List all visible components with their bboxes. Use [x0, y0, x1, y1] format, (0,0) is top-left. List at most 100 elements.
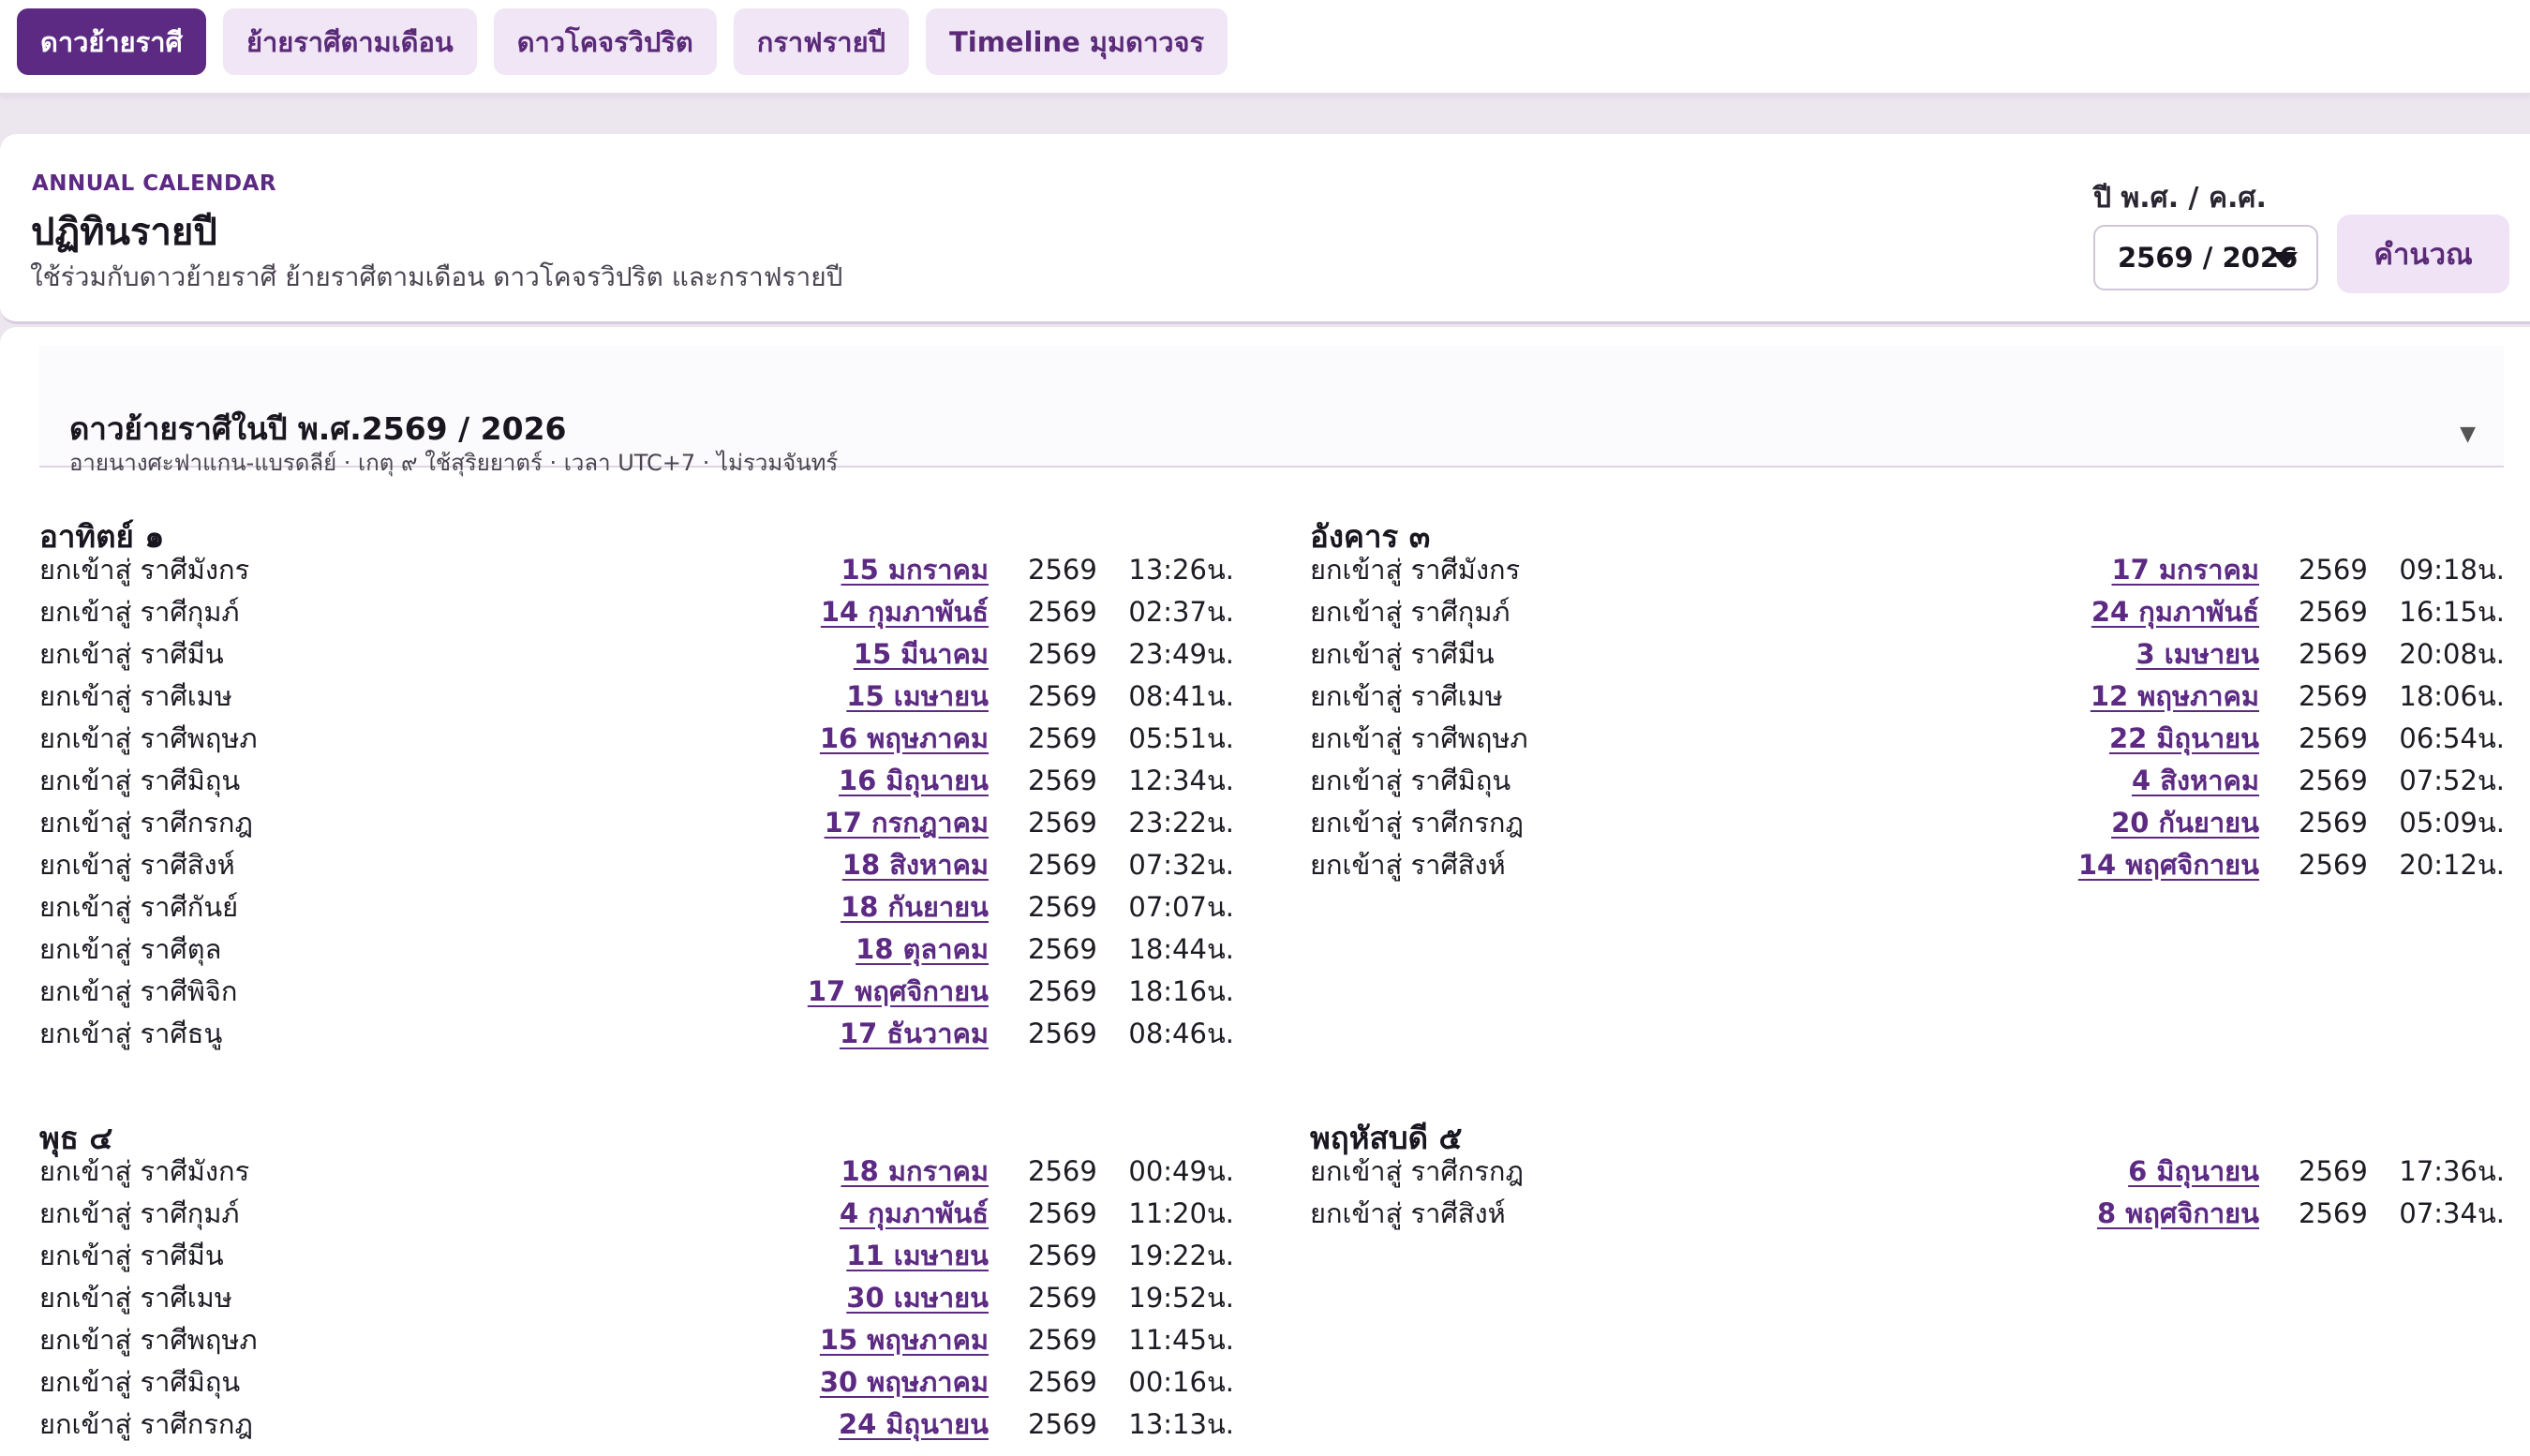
- transit-date-link[interactable]: 15 มีนาคม: [854, 633, 989, 676]
- transit-date-link[interactable]: 15 เมษายน: [846, 676, 989, 718]
- transit-date-link[interactable]: 18 กันยายน: [841, 886, 989, 929]
- transit-date-link[interactable]: 8 พฤศจิกายน: [2097, 1193, 2259, 1235]
- tab-transit-aspect-timeline[interactable]: Timeline มุมดาวจร: [925, 8, 1228, 75]
- transit-date-link[interactable]: 6 มิถุนายน: [2128, 1151, 2259, 1193]
- transit-sign-label: ยกเข้าสู่ ราศีกรกฎ: [39, 1408, 253, 1440]
- transit-year: 2569: [2299, 638, 2368, 670]
- transit-date-link[interactable]: 3 เมษายน: [2136, 633, 2259, 676]
- transit-year: 2569: [2299, 722, 2368, 754]
- transit-row: ยกเข้าสู่ ราศีกรกฎ 17 กรกฎาคม 2569 23:22น.: [39, 802, 1234, 844]
- transit-date-link[interactable]: 30 พฤษภาคม: [820, 1361, 989, 1404]
- tab-retrograde[interactable]: ดาวโคจรวิปริต: [493, 8, 717, 75]
- transit-date-link[interactable]: 14 กุมภาพันธ์: [821, 591, 989, 633]
- transit-time: 02:37น.: [1128, 596, 1234, 628]
- transit-time: 09:18น.: [2399, 554, 2505, 586]
- transit-sign-label: ยกเข้าสู่ ราศีพฤษภ: [1310, 722, 1528, 754]
- transit-row: ยกเข้าสู่ ราศีกรกฎ 20 กันยายน 2569 05:09น.: [1310, 802, 2505, 844]
- transit-year: 2569: [1028, 807, 1097, 839]
- transit-sign-label: ยกเข้าสู่ ราศีสิงห์: [1310, 1197, 1506, 1229]
- transit-date-link[interactable]: 17 ธันวาคม: [840, 1013, 989, 1055]
- transit-date-link[interactable]: 14 พฤศจิกายน: [2078, 844, 2259, 886]
- transit-sign-label: ยกเข้าสู่ ราศีกุมภ์: [39, 1197, 240, 1229]
- transit-row: ยกเข้าสู่ ราศีมังกร 17 มกราคม 2569 09:18น.: [1310, 549, 2505, 591]
- transit-year: 2569: [1028, 765, 1097, 796]
- transit-row: ยกเข้าสู่ ราศีสิงห์ 14 พฤศจิกายน 2569 20:12…: [1310, 844, 2505, 886]
- transit-time: 00:49น.: [1128, 1155, 1234, 1187]
- transit-time: 08:46น.: [1128, 1018, 1234, 1049]
- tab-list: ดาวย้ายราศี ย้ายราศีตามเดือน ดาวโคจรวิปร…: [17, 8, 1228, 75]
- transit-year: 2569: [1028, 596, 1097, 628]
- transit-year: 2569: [2299, 554, 2368, 586]
- transit-date-link[interactable]: 4 สิงหาคม: [2132, 760, 2259, 802]
- transit-year: 2569: [1028, 975, 1097, 1007]
- transit-time: 19:22น.: [1128, 1240, 1234, 1271]
- tab-planet-sign-change[interactable]: ดาวย้ายราศี: [17, 8, 206, 75]
- calendar-kicker: ANNUAL CALENDAR: [32, 171, 277, 196]
- year-select[interactable]: 2569 / 2026: [2093, 225, 2318, 290]
- transit-time: 06:54น.: [2399, 722, 2505, 754]
- transit-sign-label: ยกเข้าสู่ ราศีกรกฎ: [39, 807, 253, 839]
- transit-date-link[interactable]: 12 พฤษภาคม: [2091, 676, 2259, 718]
- transit-row: ยกเข้าสู่ ราศีมังกร 15 มกราคม 2569 13:26น.: [39, 549, 1234, 591]
- tab-sign-change-by-month[interactable]: ย้ายราศีตามเดือน: [222, 8, 477, 75]
- tab-annual-graph[interactable]: กราฟรายปี: [733, 8, 909, 75]
- transit-row: ยกเข้าสู่ ราศีกุมภ์ 24 กุมภาพันธ์ 2569 16:1…: [1310, 591, 2505, 633]
- transit-time: 16:15น.: [2399, 596, 2505, 628]
- transit-year: 2569: [2299, 807, 2368, 839]
- transit-sign-label: ยกเข้าสู่ ราศีมีน: [1310, 638, 1495, 670]
- collapse-toggle-icon[interactable]: ▼: [2460, 423, 2476, 446]
- transit-row: ยกเข้าสู่ ราศีสิงห์ 8 พฤศจิกายน 2569 07:34น…: [1310, 1193, 2505, 1235]
- transit-row: ยกเข้าสู่ ราศีมังกร 18 มกราคม 2569 00:49น.: [39, 1151, 1234, 1193]
- transit-date-link[interactable]: 16 พฤษภาคม: [820, 718, 989, 760]
- calculate-button[interactable]: คำนวณ: [2337, 215, 2509, 293]
- transit-row: ยกเข้าสู่ ราศีมิถุน 30 พฤษภาคม 2569 00:16น.: [39, 1361, 1234, 1404]
- transit-sign-label: ยกเข้าสู่ ราศีพฤษภ: [39, 1324, 258, 1356]
- transit-year: 2569: [1028, 1155, 1097, 1187]
- transit-row: ยกเข้าสู่ ราศีพิจิก 17 พฤศจิกายน 2569 18:16…: [39, 971, 1234, 1013]
- transit-date-link[interactable]: 20 กันยายน: [2111, 802, 2259, 844]
- transit-sign-label: ยกเข้าสู่ ราศีมังกร: [39, 1155, 250, 1187]
- transit-date-link[interactable]: 22 มิถุนายน: [2109, 718, 2259, 760]
- transit-time: 05:51น.: [1128, 722, 1234, 754]
- transit-year: 2569: [1028, 1282, 1097, 1314]
- transit-row: ยกเข้าสู่ ราศีเมษ 15 เมษายน 2569 08:41น.: [39, 676, 1234, 718]
- chevron-down-icon: [2271, 252, 2298, 267]
- transit-date-link[interactable]: 24 มิถุนายน: [839, 1404, 989, 1446]
- section-header[interactable]: ดาวย้ายราศีในปี พ.ศ.2569 / 2026 อายนางศะ…: [39, 346, 2504, 476]
- transit-year: 2569: [1028, 1324, 1097, 1356]
- transit-row: ยกเข้าสู่ ราศีเมษ 12 พฤษภาคม 2569 18:06น.: [1310, 676, 2505, 718]
- transit-date-link[interactable]: 11 เมษายน: [846, 1235, 989, 1277]
- transit-time: 20:12น.: [2399, 849, 2505, 881]
- transit-date-link[interactable]: 17 พฤศจิกายน: [808, 971, 989, 1013]
- transit-sign-label: ยกเข้าสู่ ราศีเมษ: [39, 1282, 232, 1314]
- transit-date-link[interactable]: 18 มกราคม: [841, 1151, 989, 1193]
- transit-date-link[interactable]: 18 สิงหาคม: [842, 844, 989, 886]
- transit-sign-label: ยกเข้าสู่ ราศีพิจิก: [39, 975, 238, 1007]
- transit-row: ยกเข้าสู่ ราศีกรกฎ 24 มิถุนายน 2569 13:13น.: [39, 1404, 1234, 1446]
- transit-date-link[interactable]: 4 กุมภาพันธ์: [840, 1193, 989, 1235]
- transit-date-link[interactable]: 16 มิถุนายน: [839, 760, 989, 802]
- transit-row: ยกเข้าสู่ ราศีสิงห์ 18 สิงหาคม 2569 07:32น.: [39, 844, 1234, 886]
- transit-date-link[interactable]: 30 เมษายน: [846, 1277, 989, 1319]
- transit-row: ยกเข้าสู่ ราศีมีน 3 เมษายน 2569 20:08น.: [1310, 633, 2505, 676]
- transit-row: ยกเข้าสู่ ราศีพฤษภ 22 มิถุนายน 2569 06:54น.: [1310, 718, 2505, 760]
- transit-time: 07:52น.: [2399, 765, 2505, 796]
- transit-year: 2569: [1028, 849, 1097, 881]
- transit-year: 2569: [1028, 722, 1097, 754]
- transit-date-link[interactable]: 15 พฤษภาคม: [820, 1319, 989, 1361]
- transit-sign-label: ยกเข้าสู่ ราศีตุล: [39, 933, 222, 965]
- transit-date-link[interactable]: 24 กุมภาพันธ์: [2091, 591, 2259, 633]
- transit-year: 2569: [2299, 1197, 2368, 1229]
- transit-row: ยกเข้าสู่ ราศีพฤษภ 15 พฤษภาคม 2569 11:45น.: [39, 1319, 1234, 1361]
- transit-date-link[interactable]: 17 มกราคม: [2111, 549, 2259, 591]
- transit-time: 18:06น.: [2399, 680, 2505, 712]
- transit-date-link[interactable]: 18 ตุลาคม: [856, 929, 989, 971]
- transit-sign-label: ยกเข้าสู่ ราศีกรกฎ: [1310, 807, 1524, 839]
- transit-sign-label: ยกเข้าสู่ ราศีมังกร: [1310, 554, 1521, 586]
- transit-sign-label: ยกเข้าสู่ ราศีมิถุน: [1310, 765, 1511, 796]
- transit-time: 08:41น.: [1128, 680, 1234, 712]
- transit-sign-label: ยกเข้าสู่ ราศีกุมภ์: [39, 596, 240, 628]
- transit-date-link[interactable]: 15 มกราคม: [841, 549, 989, 591]
- transit-row: ยกเข้าสู่ ราศีมิถุน 4 สิงหาคม 2569 07:52น.: [1310, 760, 2505, 802]
- transit-date-link[interactable]: 17 กรกฎาคม: [825, 802, 989, 844]
